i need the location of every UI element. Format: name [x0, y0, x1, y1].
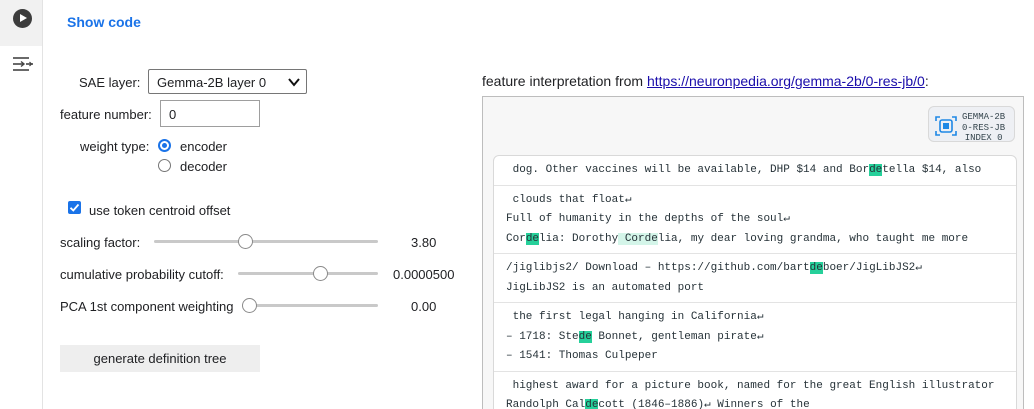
- check-icon: [69, 203, 80, 212]
- token-text: Full of humanity in the depths of the so…: [506, 213, 790, 225]
- example-line: JigLibJS2 is an automated port: [506, 279, 1016, 299]
- sae-layer-select[interactable]: Gemma-2B layer 0: [148, 69, 307, 94]
- example-card: highest award for a picture book, named …: [494, 372, 1016, 409]
- token-text: Cor: [506, 232, 526, 245]
- pca-weighting-slider[interactable]: [242, 304, 378, 307]
- cutoff-thumb[interactable]: [313, 266, 328, 281]
- neuronpedia-embed: GEMMA-2B 0-RES-JB INDEX 0 dog. Other vac…: [482, 96, 1024, 409]
- show-code-link[interactable]: Show code: [67, 14, 141, 30]
- example-line: /jiglibjs2/ Download – https://github.co…: [506, 259, 1016, 279]
- scaling-factor-thumb[interactable]: [237, 234, 253, 249]
- token-text: – 1541: Thomas Culpeper: [506, 350, 658, 362]
- activating-token: de: [578, 330, 592, 343]
- decoder-label: decoder: [180, 159, 227, 174]
- encoder-radio[interactable]: [158, 139, 171, 152]
- token-text: highest award for a picture book, named …: [506, 379, 995, 392]
- chip-icon: [935, 116, 957, 136]
- example-line: Cordelia: Dorothy Cordelia, my dear lovi…: [506, 230, 1016, 250]
- example-line: dog. Other vaccines will be available, D…: [506, 161, 1016, 181]
- token-text: lia, my dear loving grandma, who taught …: [657, 232, 969, 245]
- interpretation-prefix: feature interpretation from: [482, 73, 647, 89]
- token-text: the first legal hanging in California↵: [506, 311, 764, 323]
- example-line: – 1541: Thomas Culpeper: [506, 347, 1016, 367]
- example-card: /jiglibjs2/ Download – https://github.co…: [494, 254, 1016, 303]
- token-text: clouds that float↵: [506, 193, 632, 206]
- token-text: Bonnet, gentleman pirate↵: [591, 330, 764, 343]
- cutoff-label: cumulative probability cutoff:: [60, 267, 224, 282]
- cutoff-value: 0.0000500: [393, 267, 455, 282]
- feature-badge[interactable]: GEMMA-2B 0-RES-JB INDEX 0: [928, 106, 1015, 144]
- feature-number-label: feature number:: [60, 107, 152, 122]
- sae-layer-value: Gemma-2B layer 0: [157, 75, 267, 90]
- token-text: dog. Other vaccines will be available, D…: [506, 164, 870, 176]
- form-toggle-icon[interactable]: [12, 55, 34, 73]
- chevron-down-icon: [288, 78, 300, 87]
- example-card: the first legal hanging in California↵ – …: [494, 303, 1016, 372]
- badge-line: GEMMA-2B: [962, 112, 1006, 122]
- weak-activating-token: Corde: [618, 232, 658, 245]
- badge-line: INDEX 0: [964, 133, 1003, 143]
- token-text: /jiglibjs2/ Download – https://github.co…: [506, 262, 810, 274]
- token-text: tella $14, also: [882, 164, 982, 176]
- decoder-radio[interactable]: [158, 159, 171, 172]
- example-line: the first legal hanging in California↵: [506, 308, 1016, 328]
- activating-token: de: [869, 164, 883, 176]
- neuronpedia-link[interactable]: https://neuronpedia.org/gemma-2b/0-res-j…: [647, 73, 925, 89]
- example-line: Randolph Caldecott (1846–1886)↵ Winners …: [506, 396, 1016, 409]
- interpretation-heading: feature interpretation from https://neur…: [482, 73, 929, 89]
- token-text: – 1718: Ste: [506, 330, 579, 343]
- pca-weighting-value: 0.00: [411, 299, 437, 314]
- example-line: clouds that float↵: [506, 191, 1016, 211]
- encoder-label: encoder: [180, 139, 227, 154]
- play-icon[interactable]: [13, 9, 32, 28]
- token-text: cott (1846–1886)↵ Winners of the: [598, 399, 810, 409]
- example-line: – 1718: Stede Bonnet, gentleman pirate↵: [506, 328, 1016, 348]
- sae-layer-label: SAE layer:: [79, 75, 141, 90]
- generate-definition-tree-button[interactable]: generate definition tree: [60, 345, 260, 372]
- cell-gutter: [0, 0, 43, 409]
- cutoff-slider[interactable]: [238, 272, 378, 275]
- scaling-factor-slider[interactable]: [154, 240, 378, 243]
- pca-weighting-thumb[interactable]: [242, 298, 257, 313]
- token-text: Randolph Cal: [506, 399, 586, 409]
- activating-token: de: [809, 262, 823, 274]
- centroid-checkbox[interactable]: [68, 201, 81, 214]
- example-card: clouds that float↵ Full of humanity in th…: [494, 186, 1016, 254]
- token-text: boer/JigLibJS2↵: [822, 262, 922, 274]
- token-text: lia: Dorothy: [539, 232, 619, 245]
- scaling-factor-label: scaling factor:: [60, 235, 141, 250]
- example-line: Full of humanity in the depths of the so…: [506, 210, 1016, 230]
- pca-weighting-label: PCA 1st component weighting: [60, 299, 234, 314]
- weight-type-label: weight type:: [80, 139, 150, 154]
- activation-examples: dog. Other vaccines will be available, D…: [493, 155, 1017, 409]
- activating-token: de: [585, 399, 599, 409]
- activating-token: de: [525, 232, 540, 245]
- example-card: dog. Other vaccines will be available, D…: [494, 156, 1016, 186]
- token-text: JigLibJS2 is an automated port: [506, 281, 705, 294]
- interpretation-suffix: :: [924, 73, 929, 89]
- feature-number-input[interactable]: 0: [160, 100, 260, 127]
- badge-line: 0-RES-JB: [962, 122, 1006, 133]
- badge-text: GEMMA-2B 0-RES-JB INDEX 0: [962, 112, 1005, 144]
- centroid-label: use token centroid offset: [89, 203, 231, 218]
- example-line: highest award for a picture book, named …: [506, 377, 1016, 397]
- scaling-factor-value: 3.80: [411, 235, 437, 250]
